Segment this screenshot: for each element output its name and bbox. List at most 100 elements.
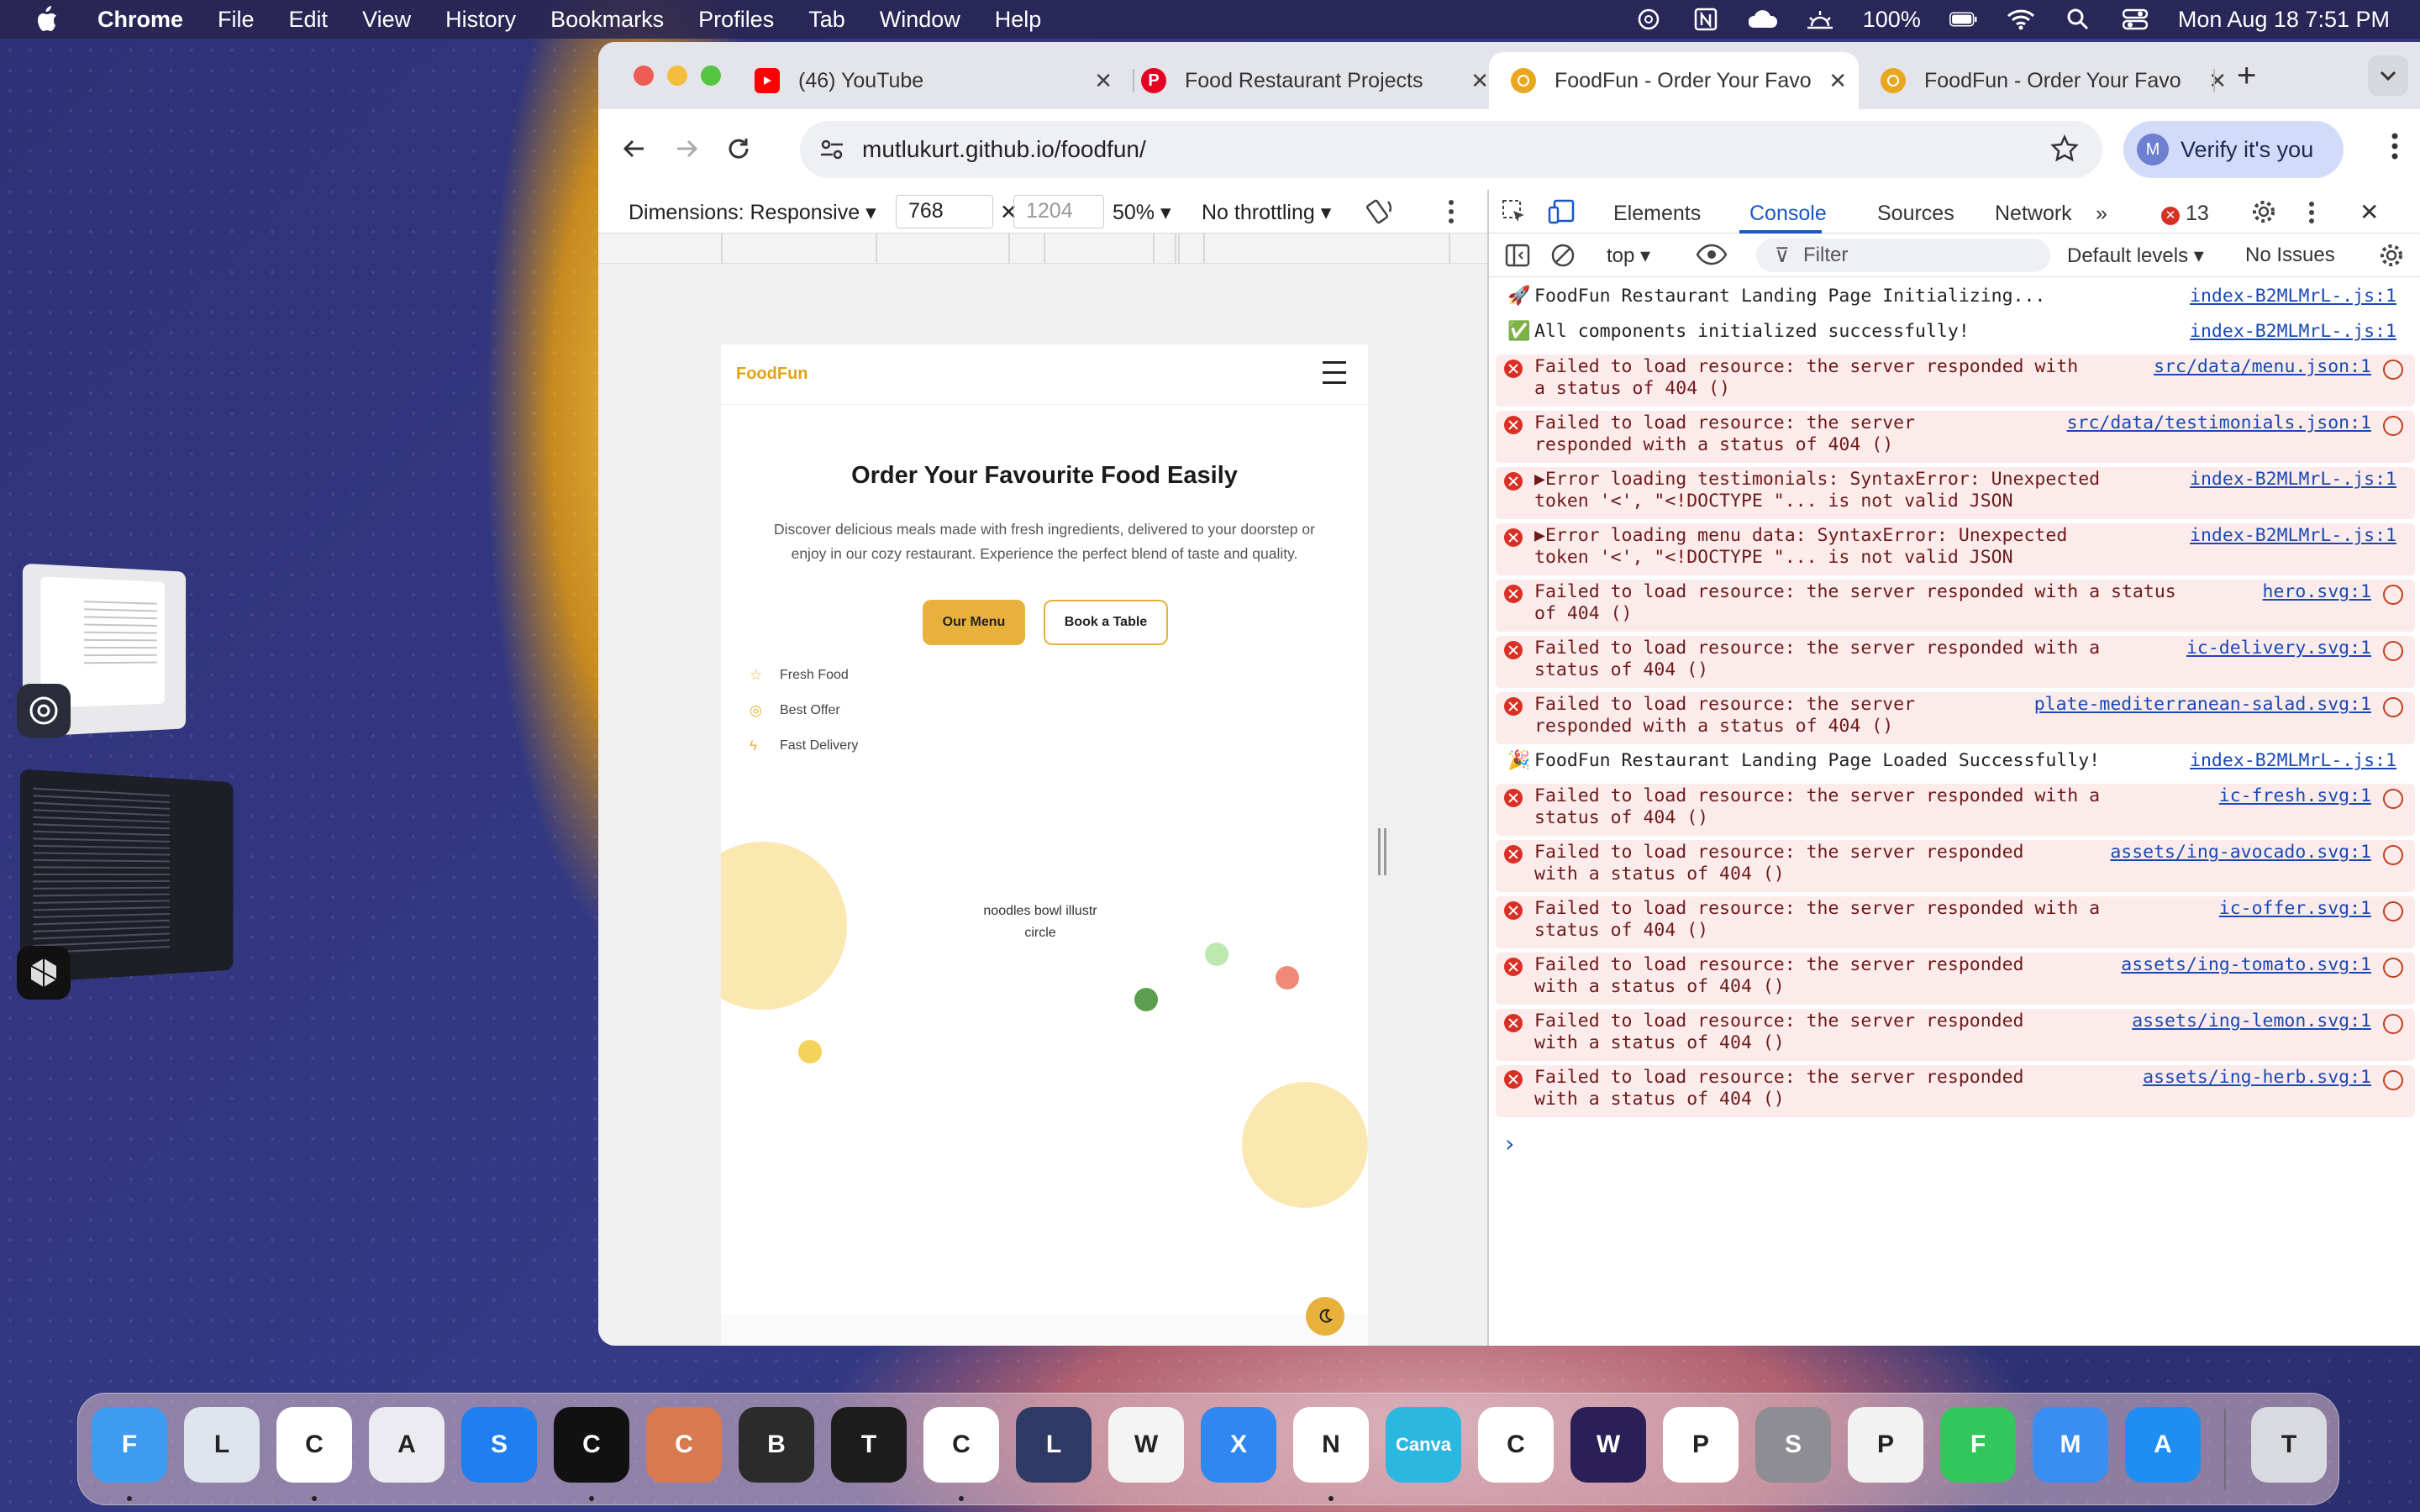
console-log-row[interactable]: 🚀 FoodFun Restaurant Landing Page Initial… (1496, 284, 2415, 316)
tab-foodfun[interactable]: FoodFun - Order Your Favo ✕ (1869, 52, 2238, 109)
battery-icon[interactable] (1949, 7, 1978, 32)
tab-foodfun-active[interactable]: FoodFun - Order Your Favo ✕ (1489, 52, 1859, 109)
menu-help[interactable]: Help (995, 7, 1042, 33)
tab-network[interactable]: Network (1995, 202, 2072, 226)
ai-insight-icon[interactable] (2383, 641, 2403, 661)
console-error-row[interactable]: Failed to load resource: the server resp… (1496, 840, 2415, 892)
dock-mail-icon[interactable]: M (2033, 1407, 2108, 1483)
chatgpt-app-icon[interactable] (17, 684, 71, 738)
back-arrow-icon[interactable] (615, 129, 654, 168)
reload-icon[interactable] (719, 129, 758, 168)
close-window-button[interactable] (634, 66, 654, 86)
apple-icon[interactable] (34, 5, 59, 34)
tab-console[interactable]: Console (1749, 202, 1827, 226)
dock-terminal-icon[interactable]: T (831, 1407, 907, 1483)
console-error-row[interactable]: Failed to load resource: the server resp… (1496, 580, 2415, 632)
console-source-link[interactable]: index-B2MLMrL-.js:1 (2190, 321, 2396, 342)
device-options-icon[interactable] (1447, 198, 1455, 231)
console-source-link[interactable]: plate-mediterranean-salad.svg:1 (2034, 694, 2371, 715)
console-source-link[interactable]: assets/ing-lemon.svg:1 (2132, 1011, 2371, 1032)
ai-insight-icon[interactable] (2383, 697, 2403, 717)
ai-insight-icon[interactable] (2383, 901, 2403, 921)
dock-warp-icon[interactable]: W (1108, 1407, 1184, 1483)
zoom-window-button[interactable] (701, 66, 721, 86)
menu-history[interactable]: History (445, 7, 516, 33)
dock-preview-icon[interactable]: P (1848, 1407, 1923, 1483)
console-source-link[interactable]: index-B2MLMrL-.js:1 (2190, 525, 2396, 546)
dock-notion-icon[interactable]: N (1293, 1407, 1369, 1483)
live-expression-eye-icon[interactable] (1696, 242, 1728, 273)
close-tab-icon[interactable]: ✕ (1470, 68, 1489, 94)
console-source-link[interactable]: index-B2MLMrL-.js:1 (2190, 469, 2396, 490)
console-source-link[interactable]: hero.svg:1 (2263, 581, 2371, 602)
width-input[interactable]: 768 (896, 195, 993, 228)
new-tab-icon[interactable]: + (2237, 57, 2256, 95)
console-log-row[interactable]: 🎉 FoodFun Restaurant Landing Page Loaded … (1496, 748, 2415, 780)
minimize-window-button[interactable] (667, 66, 687, 86)
menu-app-chrome[interactable]: Chrome (97, 7, 183, 33)
dock-trash-icon[interactable]: T (2251, 1407, 2327, 1483)
close-tab-icon[interactable]: ✕ (1094, 68, 1113, 94)
dock-launchpad-icon[interactable]: L (184, 1407, 260, 1483)
sidebar-toggle-icon[interactable] (1504, 242, 1531, 275)
menu-bookmarks[interactable]: Bookmarks (550, 7, 664, 33)
tab-search-chevron-icon[interactable] (2368, 55, 2408, 96)
dimensions-select[interactable]: Dimensions: Responsive ▾ (629, 200, 876, 225)
ai-insight-icon[interactable] (2383, 360, 2403, 380)
console-error-row[interactable]: Failed to load resource: the server resp… (1496, 1065, 2415, 1117)
dock-finder-icon[interactable]: F (92, 1407, 167, 1483)
bookmark-star-icon[interactable] (2050, 134, 2079, 167)
more-tabs-chevron-icon[interactable]: » (2096, 202, 2107, 226)
menu-window[interactable]: Window (880, 7, 960, 33)
address-bar[interactable]: mutlukurt.github.io/foodfun/ (800, 121, 2102, 178)
console-error-row[interactable]: Failed to load resource: the server resp… (1496, 896, 2415, 948)
brightness-icon[interactable] (1806, 7, 1834, 32)
dock-photos-icon[interactable]: P (1663, 1407, 1739, 1483)
clear-console-icon[interactable] (1549, 242, 1576, 275)
resize-handle-vertical[interactable] (1378, 828, 1386, 875)
console-source-link[interactable]: assets/ing-herb.svg:1 (2143, 1067, 2371, 1088)
console-source-link[interactable]: assets/ing-avocado.svg:1 (2110, 842, 2371, 863)
console-filter-input[interactable]: ⊽ Filter (1756, 239, 2050, 272)
hamburger-menu-icon[interactable] (1323, 361, 1346, 391)
devtools-more-icon[interactable] (2307, 200, 2316, 231)
ai-insight-icon[interactable] (2383, 1070, 2403, 1090)
ai-insight-icon[interactable] (2383, 585, 2403, 605)
inspect-element-icon[interactable] (1501, 198, 1528, 231)
close-tab-icon[interactable]: ✕ (2208, 68, 2227, 94)
tab-pinterest[interactable]: P Food Restaurant Projects ✕ (1141, 52, 1501, 109)
console-error-row[interactable]: Failed to load resource: the server resp… (1496, 784, 2415, 836)
console-source-link[interactable]: src/data/testimonials.json:1 (2067, 412, 2371, 433)
menubar-clock[interactable]: Mon Aug 18 7:51 PM (2178, 7, 2390, 33)
tab-youtube[interactable]: (46) YouTube ✕ (755, 52, 1124, 109)
log-levels-select[interactable]: Default levels ▾ (2067, 244, 2204, 268)
dock-box-app-icon[interactable]: B (739, 1407, 814, 1483)
menu-edit[interactable]: Edit (289, 7, 329, 33)
console-source-link[interactable]: ic-fresh.svg:1 (2219, 785, 2371, 806)
media-query-ruler[interactable] (598, 234, 1487, 264)
console-source-link[interactable]: index-B2MLMrL-.js:1 (2190, 750, 2396, 771)
dock-app-store-icon[interactable]: A (2125, 1407, 2201, 1483)
console-log-row[interactable]: ✅ All components initialized successfully… (1496, 319, 2415, 351)
console-error-row[interactable]: Failed to load resource: the server resp… (1496, 354, 2415, 407)
site-logo[interactable]: FoodFun (736, 365, 808, 384)
dock-wondershare-icon[interactable]: W (1570, 1407, 1646, 1483)
dock-safari-icon[interactable]: S (461, 1407, 537, 1483)
menu-view[interactable]: View (362, 7, 411, 33)
cursor-app-icon[interactable] (17, 946, 71, 1000)
ai-insight-icon[interactable] (2383, 1014, 2403, 1034)
console-prompt-chevron-icon[interactable]: › (1502, 1130, 1517, 1158)
throttling-select[interactable]: No throttling ▾ (1202, 200, 1331, 225)
dock-cursor-icon[interactable]: C (554, 1407, 629, 1483)
dock-claude-icon[interactable]: C (646, 1407, 722, 1483)
console-source-link[interactable]: src/data/menu.json:1 (2154, 356, 2371, 377)
console-error-row[interactable]: ▶Error loading testimonials: SyntaxError… (1496, 467, 2415, 519)
dock-linear-icon[interactable]: L (1016, 1407, 1092, 1483)
site-settings-icon[interactable] (818, 136, 845, 167)
dock-canva-icon[interactable]: Canva (1386, 1407, 1461, 1483)
spotlight-search-icon[interactable] (2064, 7, 2092, 32)
tab-elements[interactable]: Elements (1613, 202, 1701, 226)
zoom-select[interactable]: 50% ▾ (1113, 200, 1171, 225)
console-source-link[interactable]: index-B2MLMrL-.js:1 (2190, 286, 2396, 307)
menu-tab[interactable]: Tab (808, 7, 845, 33)
